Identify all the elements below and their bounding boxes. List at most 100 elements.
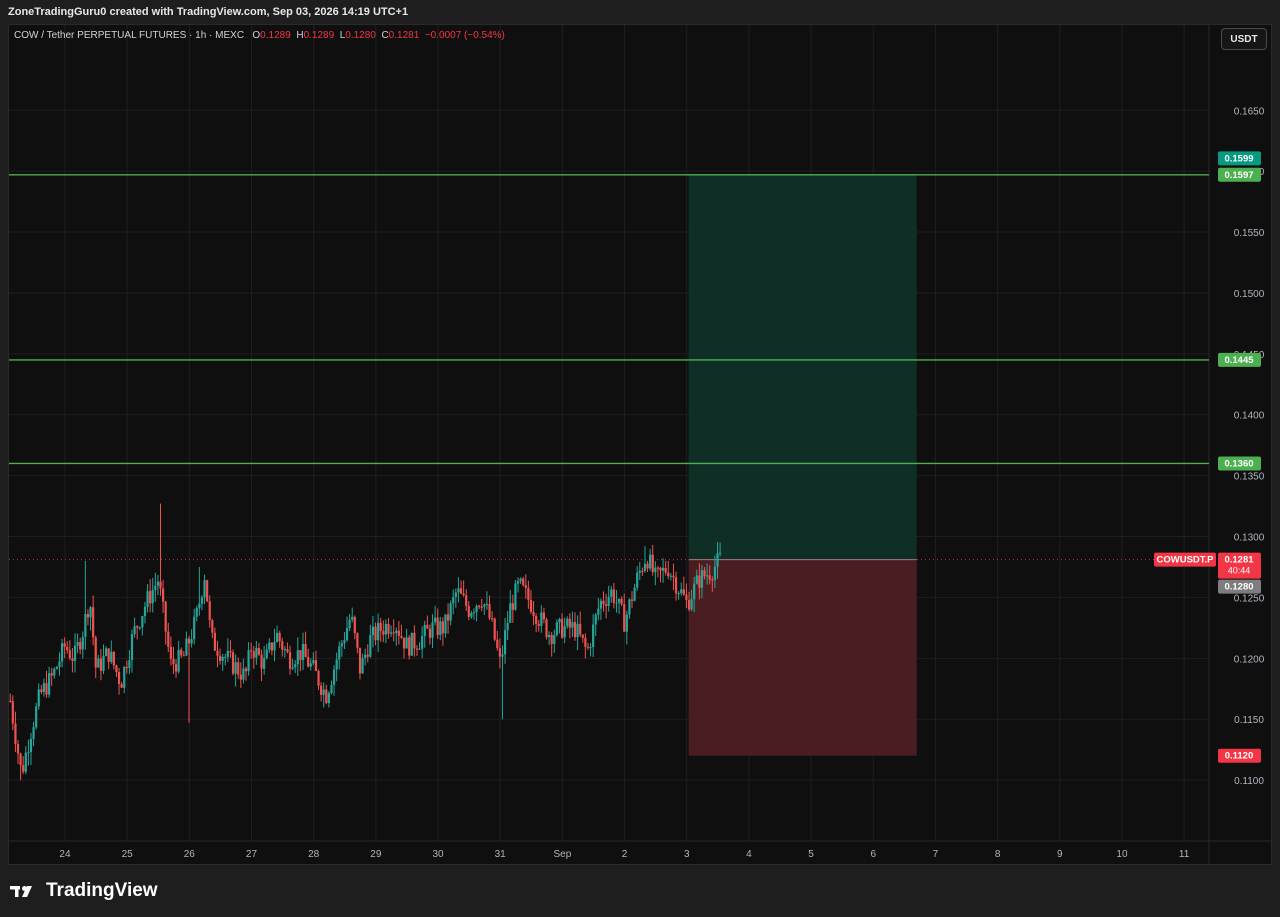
candle-body: [141, 616, 144, 628]
candle-body: [247, 650, 250, 672]
candle-body: [37, 689, 40, 707]
candle-body: [716, 553, 719, 567]
candle-body: [579, 623, 582, 635]
y-tick-label: 0.1150: [1234, 715, 1264, 726]
candle-body: [633, 587, 636, 601]
candle-body: [436, 617, 439, 635]
candle-body: [674, 577, 678, 594]
candle-body: [687, 600, 691, 610]
candle-body: [506, 622, 509, 631]
ohlc-open: O0.1289: [252, 30, 291, 41]
x-tick-label: 26: [184, 849, 196, 860]
candle-body: [180, 649, 183, 656]
candle-body: [641, 570, 644, 572]
candle-body: [24, 752, 27, 772]
candle-body: [532, 611, 535, 617]
candle-body: [50, 673, 53, 676]
candle-body: [643, 563, 647, 571]
candle-body: [242, 668, 245, 680]
candle-body: [288, 652, 292, 669]
candle-body: [79, 642, 82, 650]
candle-body: [182, 655, 185, 657]
candle-body: [143, 606, 147, 617]
candle-body: [434, 617, 437, 623]
candle-body: [661, 567, 665, 571]
candle-body: [703, 570, 706, 577]
candle-body: [423, 624, 426, 636]
candle-body: [151, 589, 154, 604]
candle-body: [22, 765, 25, 772]
candle-body: [369, 634, 372, 657]
candle-body: [63, 643, 66, 647]
candle-body: [625, 614, 628, 632]
candle-body: [693, 583, 696, 600]
candle-body: [187, 638, 191, 644]
candle-body: [164, 601, 167, 632]
candle-body: [446, 614, 450, 621]
x-tick-label: 10: [1116, 849, 1128, 860]
candle-body: [71, 658, 74, 661]
candle-body: [449, 603, 452, 621]
candle-body: [314, 660, 318, 671]
x-tick-label: 24: [59, 849, 71, 860]
candle-body: [452, 596, 455, 604]
ohlc-high: H0.1289: [296, 30, 335, 41]
candle-body: [260, 654, 263, 669]
candle-body: [107, 648, 110, 662]
symbol-legend: COW / Tether PERPETUAL FUTURES · 1h · ME…: [14, 30, 505, 41]
candle-body: [263, 658, 266, 669]
candle-body: [480, 606, 483, 608]
candle-body: [669, 575, 672, 577]
candle-body: [607, 596, 610, 607]
candle-body: [270, 642, 274, 651]
price-chart[interactable]: 0.1100 0.1150 0.1200 0.1250 0.1300 0.1350 0.14…: [9, 25, 1271, 864]
candle-body: [571, 622, 574, 628]
y-tick-label: 0.1500: [1234, 289, 1265, 300]
candle-body: [441, 621, 444, 634]
candle-body: [682, 589, 685, 595]
candle-body: [491, 618, 494, 620]
candle-body: [338, 646, 341, 660]
candle-body: [470, 613, 473, 617]
price-change: −0.0007 (−0.54%): [424, 30, 505, 41]
candle-body: [358, 647, 362, 674]
candle-body: [351, 616, 354, 620]
candle-body: [535, 616, 538, 624]
candle-body: [156, 581, 160, 586]
candle-body: [604, 604, 608, 607]
candle-body: [45, 683, 48, 695]
price-label-text: 0.1360: [1224, 458, 1253, 469]
candle-body: [377, 622, 380, 641]
candle-body: [84, 614, 87, 637]
candle-body: [128, 660, 131, 669]
candle-body: [620, 598, 623, 605]
candle-body: [120, 684, 123, 688]
chart-pane[interactable]: 0.1100 0.1150 0.1200 0.1250 0.1300 0.1350 0.14…: [8, 24, 1272, 865]
y-tick-label: 0.1300: [1234, 533, 1265, 544]
candle-body: [483, 604, 486, 607]
candle-body: [410, 632, 413, 656]
candle-body: [92, 607, 95, 638]
tradingview-brand[interactable]: TradingView: [10, 880, 158, 902]
candle-body: [387, 624, 390, 634]
candle-body: [203, 580, 206, 598]
candle-body: [60, 643, 64, 662]
candle-body: [488, 604, 491, 619]
candle-body: [335, 659, 338, 670]
candle-body: [299, 650, 302, 660]
x-tick-label: 25: [122, 849, 134, 860]
candle-body: [584, 637, 587, 647]
candle-body: [218, 655, 222, 661]
candle-body: [379, 622, 382, 632]
candle-body: [177, 649, 180, 672]
candle-body: [560, 618, 564, 638]
candle-body: [206, 580, 209, 602]
x-tick-label: 4: [746, 849, 752, 860]
x-tick-label: 3: [684, 849, 690, 860]
candle-body: [395, 630, 398, 634]
currency-button[interactable]: USDT: [1221, 28, 1267, 50]
candle-body: [234, 662, 237, 674]
candle-body: [597, 608, 600, 615]
price-label-text: 0.1445: [1224, 355, 1254, 366]
price-label-text: 0.1597: [1224, 170, 1253, 181]
